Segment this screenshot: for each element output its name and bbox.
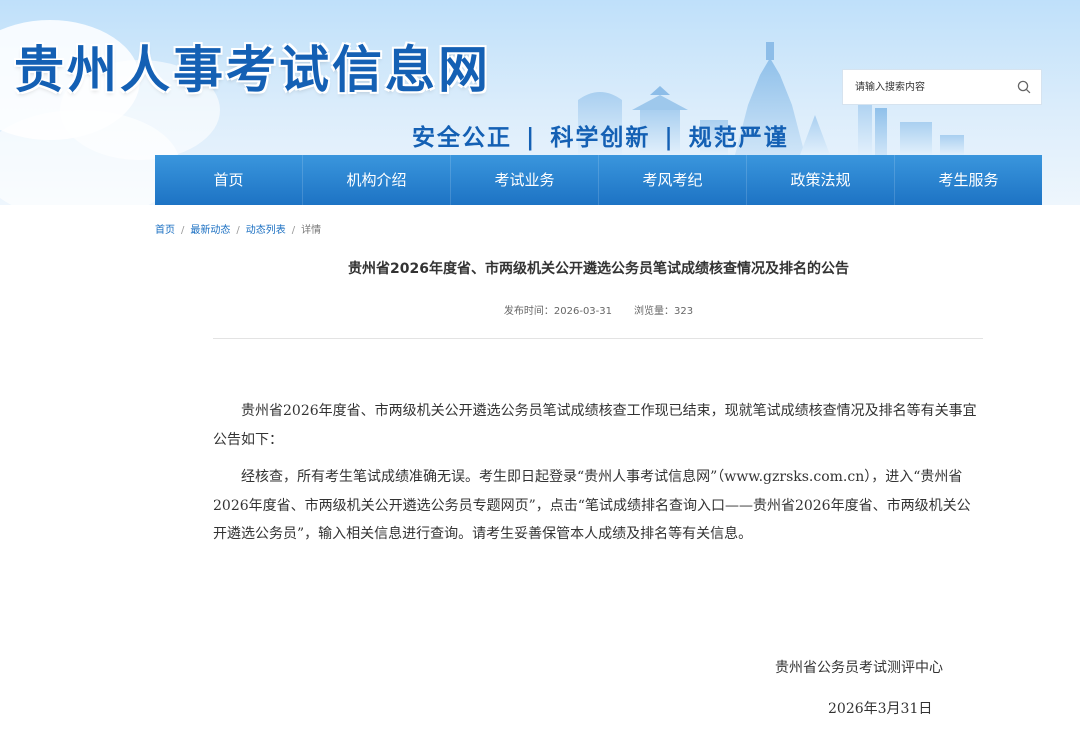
nav-item-home[interactable]: 首页 bbox=[155, 155, 303, 205]
publish-label: 发布时间： bbox=[503, 306, 554, 317]
slogan-item: 规范严谨 bbox=[688, 124, 789, 151]
article-meta: 发布时间：2026-03-31 浏览量：323 bbox=[155, 302, 1042, 317]
breadcrumb-current: 详情 bbox=[301, 225, 322, 236]
main-nav: 首页 机构介绍 考试业务 考风考纪 政策法规 考生服务 bbox=[155, 155, 1042, 205]
breadcrumb-separator: / bbox=[291, 225, 296, 236]
slogan-item: 科学创新 bbox=[550, 124, 651, 151]
site-header: 贵州人事考试信息网 安全公正 | 科学创新 | 规范严谨 首页 机构介绍 考试业务 考风… bbox=[0, 0, 1080, 205]
publish-date: 2026-03-31 bbox=[553, 306, 613, 317]
nav-item-policies[interactable]: 政策法规 bbox=[747, 155, 895, 205]
article-paragraph: 经核查，所有考生笔试成绩准确无误。考生即日起登录“贵州人事考试信息网”（www.… bbox=[213, 469, 971, 542]
nav-item-exam-discipline[interactable]: 考风考纪 bbox=[599, 155, 747, 205]
search-box bbox=[842, 69, 1042, 105]
views-label: 浏览量： bbox=[634, 306, 675, 317]
breadcrumb-separator: / bbox=[236, 225, 240, 236]
breadcrumb-link-home[interactable]: 首页 bbox=[155, 225, 175, 236]
title-divider bbox=[213, 338, 983, 339]
breadcrumb-link-latest-news[interactable]: 最新动态 bbox=[190, 225, 230, 236]
slogan-separator: | bbox=[664, 124, 675, 151]
breadcrumb-separator: / bbox=[181, 225, 185, 236]
breadcrumb-link-news-list[interactable]: 动态列表 bbox=[246, 225, 286, 236]
search-icon[interactable] bbox=[1015, 78, 1033, 96]
nav-item-candidate-services[interactable]: 考生服务 bbox=[895, 155, 1042, 205]
search-input[interactable] bbox=[843, 70, 1013, 104]
article-title: 贵州省2026年度省、市两级机关公开遴选公务员笔试成绩核查情况及排名的公告 bbox=[348, 261, 849, 277]
views-count: 323 bbox=[674, 306, 694, 317]
article-body: 贵州省2026年度省、市两级机关公开遴选公务员笔试成绩核查工作现已结束，现就笔试… bbox=[213, 397, 978, 558]
nav-item-about[interactable]: 机构介绍 bbox=[303, 155, 451, 205]
signature-organization: 贵州省公务员考试测评中心 bbox=[775, 660, 943, 676]
site-title: 贵州人事考试信息网 bbox=[14, 40, 491, 99]
site-slogan: 安全公正 | 科学创新 | 规范严谨 bbox=[412, 118, 789, 152]
article-paragraph: 贵州省2026年度省、市两级机关公开遴选公务员笔试成绩核查工作现已结束，现就笔试… bbox=[213, 403, 977, 448]
signature-date: 2026年3月31日 bbox=[828, 701, 933, 717]
slogan-item: 安全公正 bbox=[412, 124, 512, 151]
breadcrumb: 首页 / 最新动态 / 动态列表 / 详情 bbox=[155, 221, 321, 236]
slogan-separator: | bbox=[526, 124, 537, 151]
nav-item-exam-business[interactable]: 考试业务 bbox=[451, 155, 599, 205]
